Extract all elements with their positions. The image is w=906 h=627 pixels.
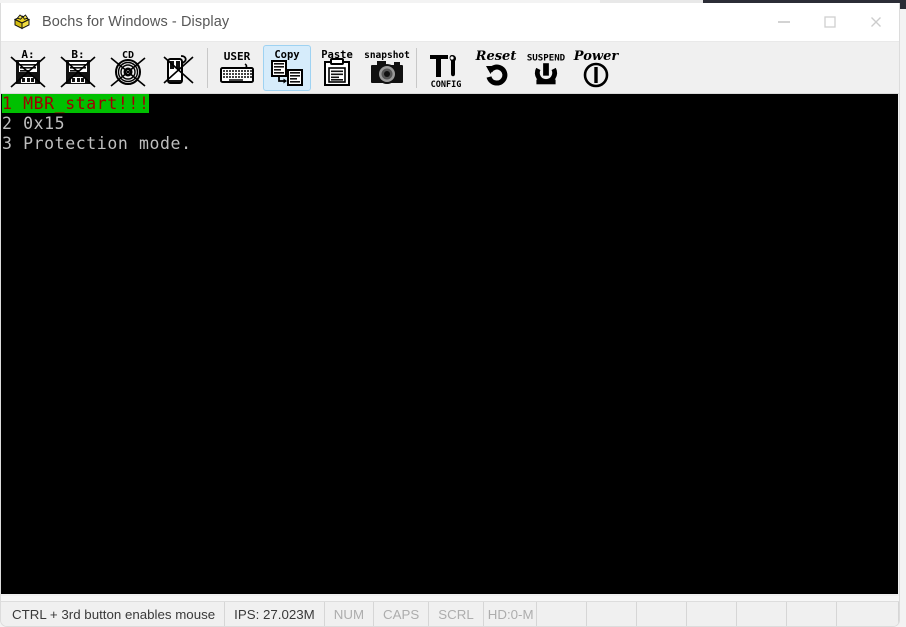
status-ips: IPS: 27.023M <box>225 602 325 626</box>
vga-text-segment: 3 Protection mode. <box>2 134 192 153</box>
status-hd-activity: HD:0-M <box>484 602 537 626</box>
vga-text-line: 2 0x15 <box>1 114 898 134</box>
status-empty-cell <box>687 602 737 626</box>
floppy-b-disabled-icon: B: <box>60 48 96 88</box>
suspend-button[interactable]: SUSPEND <box>522 45 570 91</box>
status-hint: CTRL + 3rd button enables mouse <box>1 602 226 626</box>
status-empty-cell <box>787 602 837 626</box>
copy-icon: Copy <box>271 49 303 86</box>
config-button[interactable]: CONFIG <box>422 45 470 91</box>
display-area: 1 MBR_start!!! 2 0x15 3 Protection mode. <box>1 94 899 596</box>
suspend-icon: SUSPEND <box>527 53 566 84</box>
svg-text:Power: Power <box>573 49 619 64</box>
minimize-icon <box>778 20 790 23</box>
user-keyboard-icon: USER <box>220 50 254 83</box>
status-empty-cell <box>737 602 787 626</box>
status-spacer <box>837 602 899 626</box>
cdrom-button[interactable]: CD <box>104 45 152 91</box>
svg-text:CONFIG: CONFIG <box>431 80 462 90</box>
svg-text:B:: B: <box>71 48 84 61</box>
status-scroll-lock: SCRL <box>429 602 484 626</box>
user-button[interactable]: USER <box>213 45 261 91</box>
maximize-icon <box>824 15 836 28</box>
vga-text-segment: 2 0x15 <box>2 114 66 133</box>
maximize-button[interactable] <box>807 3 853 40</box>
toolbar: A: B: CD USER Copy Paste snapshot CONFIG… <box>1 42 899 94</box>
vga-screen[interactable]: 1 MBR_start!!! 2 0x15 3 Protection mode. <box>1 94 898 594</box>
bochs-window: Bochs for Windows - Display A: B: CD USE… <box>0 3 900 627</box>
floppy-a-disabled-icon: A: <box>10 48 46 88</box>
minimize-button[interactable] <box>761 3 807 40</box>
mouse-disabled-icon <box>163 54 194 84</box>
status-empty-cell <box>587 602 637 626</box>
titlebar[interactable]: Bochs for Windows - Display <box>1 3 899 42</box>
status-caps-lock: CAPS <box>374 602 430 626</box>
paste-button[interactable]: Paste <box>313 45 361 91</box>
status-empty-cell <box>537 602 587 626</box>
power-button[interactable]: Power <box>572 45 620 91</box>
status-num-lock: NUM <box>325 602 375 626</box>
reset-button[interactable]: Reset <box>472 45 520 91</box>
cd-disabled-icon: CD <box>110 50 146 87</box>
statusbar: CTRL + 3rd button enables mouse IPS: 27.0… <box>1 601 899 626</box>
vga-text-line: 1 MBR_start!!! <box>1 94 898 114</box>
screenshot-root: Bochs for Windows - Display A: B: CD USE… <box>0 0 906 627</box>
svg-text:Copy: Copy <box>274 49 300 61</box>
copy-button[interactable]: Copy <box>263 44 311 91</box>
vga-text-segment: 1 MBR_start!!! <box>2 94 150 113</box>
reset-arrow-icon: Reset <box>475 49 517 86</box>
svg-text:USER: USER <box>224 50 251 63</box>
bochs-logo-icon <box>13 14 31 30</box>
svg-text:SUSPEND: SUSPEND <box>527 53 566 63</box>
floppy-b-button[interactable]: B: <box>54 45 102 91</box>
close-button[interactable] <box>853 3 899 40</box>
mouse-button[interactable] <box>154 45 202 91</box>
window-controls <box>761 3 899 40</box>
svg-text:A:: A: <box>21 48 34 61</box>
config-tools-icon: CONFIG <box>430 54 462 90</box>
window-title: Bochs for Windows - Display <box>42 14 230 30</box>
snapshot-button[interactable]: snapshot <box>363 45 411 91</box>
toolbar-separator <box>207 47 208 88</box>
paste-icon: Paste <box>321 49 353 86</box>
power-icon: Power <box>573 49 619 87</box>
svg-text:Reset: Reset <box>475 49 517 64</box>
svg-text:snapshot: snapshot <box>364 50 410 61</box>
floppy-a-button[interactable]: A: <box>4 45 52 91</box>
status-empty-cell <box>637 602 687 626</box>
close-icon <box>871 16 881 27</box>
vga-text-line: 3 Protection mode. <box>1 134 898 154</box>
toolbar-separator-2 <box>416 47 417 88</box>
snapshot-camera-icon: snapshot <box>364 50 410 84</box>
